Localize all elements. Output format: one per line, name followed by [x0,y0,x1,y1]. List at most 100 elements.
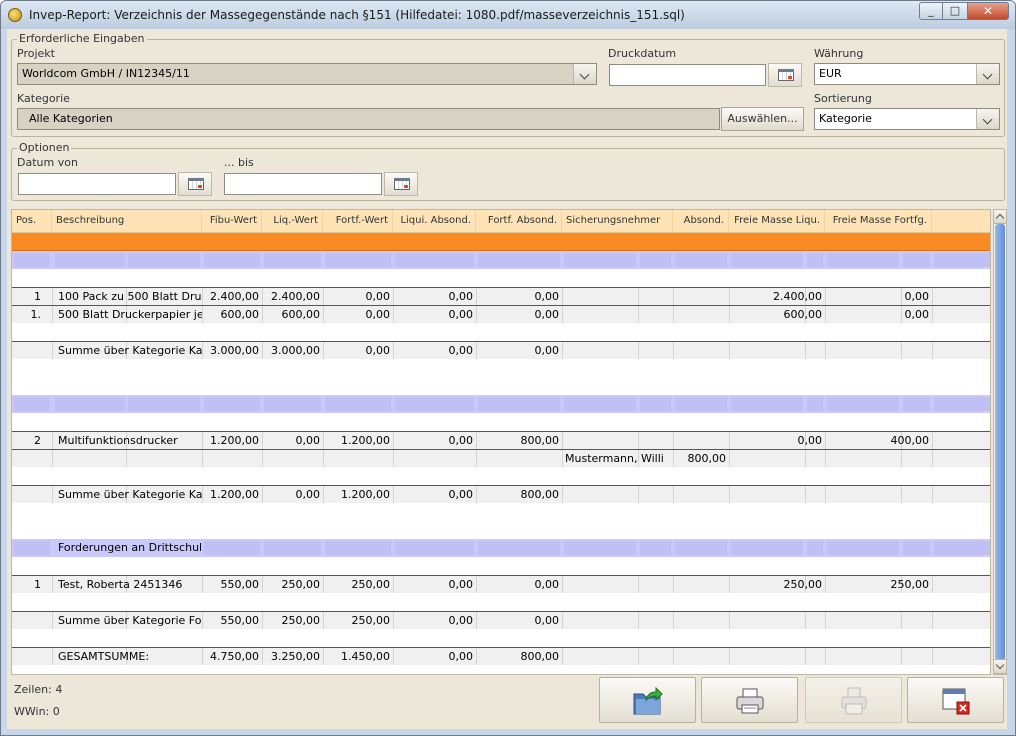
table-row[interactable] [12,629,990,647]
column-separator [52,342,53,359]
column-separator [638,342,639,359]
freie-masse-liqu-cell: 0,00 [797,434,823,447]
column-separator [262,450,263,467]
waehrung-value: EUR [819,67,842,80]
table-row[interactable]: 1 100 Pack zu 500 Blatt Druckerpapier 2.40… [12,287,990,305]
print-preview-icon [841,687,867,715]
table-row[interactable] [12,269,990,287]
datum-von-label: Datum von [17,156,78,169]
print-preview-button[interactable] [805,677,902,723]
table-row[interactable]: Mustermann, Willi 800,00 [12,449,990,467]
table-row[interactable]: Summe über Kategorie Kategorie 1.200,00 0,… [12,485,990,503]
table-row[interactable] [12,377,990,395]
category-row[interactable] [12,395,990,413]
column-header-fortf-absond[interactable]: Fortf. Absond. [476,210,562,232]
column-separator [52,612,53,629]
datum-von-calendar-button[interactable] [178,172,212,196]
table-row[interactable] [12,593,990,611]
category-row-segment [128,397,200,411]
pos-cell: 2 [34,434,41,447]
minimize-button[interactable]: _ [919,2,943,20]
category-row-segment [807,253,823,267]
scroll-up-arrow-icon[interactable] [994,210,1006,224]
category-row-segment [325,541,391,555]
table-row[interactable] [12,323,990,341]
column-header-absond[interactable]: Absond. [673,210,729,232]
table-row[interactable] [12,359,990,377]
category-row-segment [14,397,50,411]
column-header-freie-masse-liqu[interactable]: Freie Masse Liqu. [729,210,825,232]
column-header-pos[interactable]: Pos. [12,210,52,232]
export-button[interactable] [599,677,696,723]
datum-von-field[interactable] [18,173,176,195]
table-row[interactable] [12,503,990,521]
description-cell: Summe über Kategorie Kategorie [58,488,202,501]
liqui-absond-cell: 0,00 [448,308,474,321]
bis-calendar-button[interactable] [384,172,418,196]
druckdatum-field[interactable] [609,64,766,86]
scrollbar-thumb[interactable] [995,224,1005,660]
column-header-fortf-wert[interactable]: Fortf.-Wert [323,210,393,232]
liq-wert-cell: 600,00 [281,308,321,321]
category-row[interactable] [12,251,990,269]
table-row[interactable]: Summe über Kategorie Kategorie 3.000,00 3.… [12,341,990,359]
auswaehlen-button[interactable]: Auswählen... [721,107,804,131]
column-separator [638,576,639,593]
column-header-freie-masse-fortfg[interactable]: Freie Masse Fortfg. [825,210,932,232]
table-row[interactable] [12,521,990,539]
fortf-wert-cell: 1.200,00 [341,488,390,501]
column-separator [901,450,902,467]
freie-masse-liqu-cell: 250,00 [783,578,823,591]
title-bar[interactable]: Invep-Report: Verzeichnis der Massegegen… [1,1,1015,29]
column-separator [901,486,902,503]
table-row[interactable]: 1 Test, Roberta 2451346 550,00 250,00 250,00… [12,575,990,593]
window-title: Invep-Report: Verzeichnis der Massegegen… [29,8,685,22]
column-separator [901,342,902,359]
waehrung-select[interactable]: EUR [814,63,1000,85]
category-row-segment [807,397,823,411]
column-header-liqui-absond[interactable]: Liqui. Absond. [393,210,476,232]
fortf-absond-cell: 0,00 [534,344,560,357]
column-header-fibu-wert[interactable]: Fibu-Wert [202,210,262,232]
column-header-description[interactable]: Beschreibung [52,210,202,232]
absond-cell: 800,00 [687,452,727,465]
projekt-combobox[interactable]: Worldcom GmbH / IN12345/11 [17,63,597,85]
column-header-liq-wert[interactable]: Liq.-Wert [262,210,323,232]
chevron-down-icon[interactable] [976,109,999,129]
table-row[interactable] [12,467,990,485]
table-row[interactable]: 1. 500 Blatt Druckerpapier je Pack 600,00 6… [12,305,990,323]
close-button[interactable] [907,677,1004,723]
calendar-icon [394,178,410,190]
fortf-wert-cell: 1.200,00 [341,434,390,447]
category-row-segment [564,397,636,411]
liqui-absond-cell: 0,00 [448,488,474,501]
column-separator [562,306,563,323]
column-header-sicherungsnehmer[interactable]: Sicherungsnehmer [562,210,673,232]
table-row[interactable] [12,557,990,575]
report-table[interactable]: Pos. Beschreibung Fibu-Wert Liq.-Wert Fortf.… [11,209,991,675]
table-row[interactable]: GESAMTSUMME: 4.750,00 3.250,00 1.450,00 0,00… [12,647,990,665]
scroll-down-arrow-icon[interactable] [994,659,1006,674]
table-row[interactable] [12,413,990,431]
chevron-down-icon[interactable] [976,64,999,84]
table-row[interactable]: 2 Multifunktionsdrucker 1.200,00 0,00 1.200,… [12,431,990,449]
sortierung-select[interactable]: Kategorie [814,108,1000,130]
app-icon [8,8,22,22]
wwin-count: WWin: 0 [14,705,60,718]
column-separator [932,306,933,323]
table-row[interactable]: Summe über Kategorie Forderungen 550,00 25… [12,611,990,629]
column-separator [562,288,563,305]
close-window-button[interactable]: ✕ [967,2,1009,20]
kategorie-field[interactable]: Alle Kategorien [17,108,720,130]
column-separator [393,450,394,467]
vertical-scrollbar[interactable] [993,209,1007,675]
druckdatum-calendar-button[interactable] [768,63,802,87]
category-row[interactable]: Forderungen an Drittschuldner [12,539,990,557]
column-separator [729,486,730,503]
maximize-button[interactable]: □ [942,2,968,20]
print-button[interactable] [701,677,798,723]
column-separator [825,612,826,629]
chevron-down-icon[interactable] [573,64,596,84]
column-separator [805,342,806,359]
bis-field[interactable] [224,173,382,195]
